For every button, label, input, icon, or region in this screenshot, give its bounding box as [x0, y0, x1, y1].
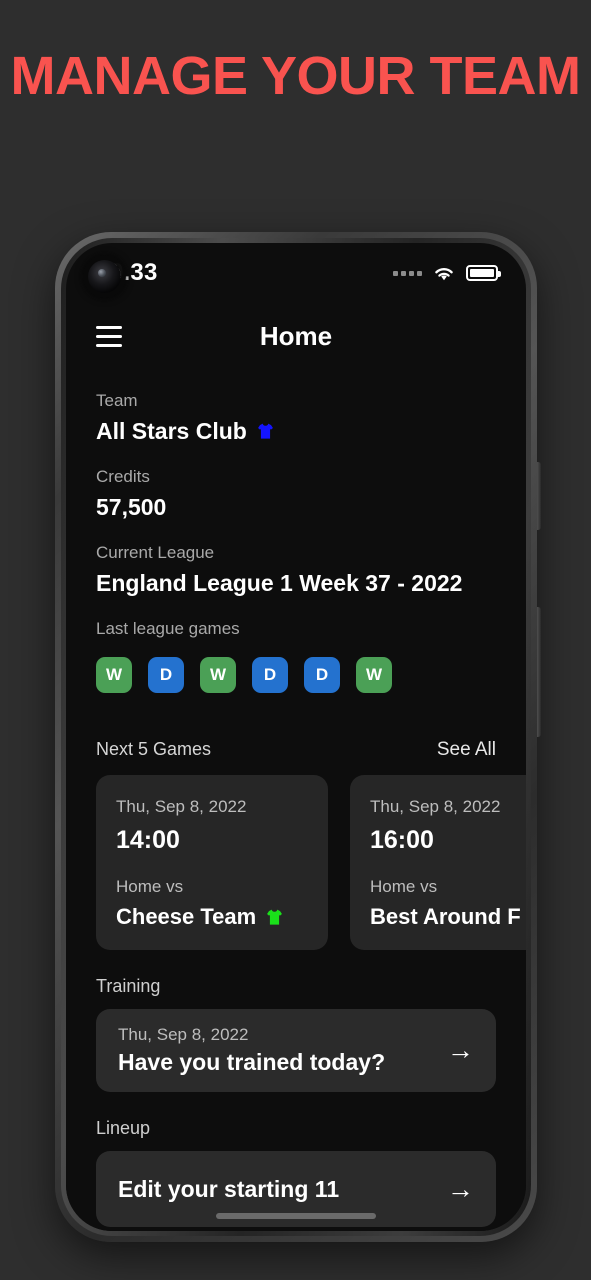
battery-full-icon: [466, 265, 501, 281]
league-value: England League 1 Week 37 - 2022: [96, 570, 463, 596]
team-value-row: All Stars Club: [96, 418, 496, 445]
training-label: Training: [96, 976, 161, 996]
home-content: Team All Stars Club Credits 57,500 Curre…: [66, 391, 526, 1231]
last-games-label: Last league games: [96, 619, 240, 638]
phone-screen: 0.33 Home Team All Stars Club Credits 57…: [66, 243, 526, 1231]
game-venue: Home vs: [116, 877, 184, 896]
training-date: Thu, Sep 8, 2022: [118, 1025, 249, 1044]
game-opponent-row: Cheese Team: [116, 904, 308, 930]
game-date: Thu, Sep 8, 2022: [370, 797, 501, 816]
lineup-title: Edit your starting 11: [118, 1175, 340, 1202]
see-all-link[interactable]: See All: [437, 739, 496, 761]
wifi-icon: [435, 268, 453, 281]
game-venue: Home vs: [370, 877, 438, 896]
app-bar: Home: [66, 303, 526, 369]
game-card[interactable]: Thu, Sep 8, 2022 14:00 Home vs Cheese Te…: [96, 775, 328, 950]
game-card[interactable]: Thu, Sep 8, 2022 16:00 Home vs Best Arou…: [350, 775, 526, 950]
front-camera-icon: [88, 260, 121, 293]
arrow-right-icon: →: [447, 1173, 474, 1204]
tshirt-icon: [256, 422, 275, 441]
game-time: 14:00: [116, 826, 180, 854]
result-badge: W: [200, 657, 236, 693]
team-name: All Stars Club: [96, 418, 247, 444]
training-title: Have you trained today?: [118, 1049, 386, 1075]
page-headline: MANAGE YOUR TEAM: [10, 46, 581, 106]
team-label: Team: [96, 391, 138, 410]
next-games-header: Next 5 Games See All: [96, 739, 496, 761]
result-badge: D: [304, 657, 340, 693]
arrow-right-icon: →: [447, 1035, 474, 1065]
lineup-label: Lineup: [96, 1118, 151, 1138]
credits-value: 57,500: [96, 494, 167, 520]
training-card[interactable]: Thu, Sep 8, 2022 Have you trained today?…: [96, 1009, 496, 1092]
game-time: 16:00: [370, 826, 434, 854]
status-bar: 0.33: [66, 243, 526, 303]
volume-button[interactable]: [537, 462, 541, 530]
game-date: Thu, Sep 8, 2022: [116, 797, 247, 816]
league-label: Current League: [96, 543, 215, 562]
phone-mockup: 0.33 Home Team All Stars Club Credits 57…: [55, 232, 541, 1242]
result-badge: W: [96, 657, 132, 693]
last-games-badges: W D W D D W: [96, 657, 496, 693]
tshirt-icon: [265, 908, 284, 927]
game-opponent-name: Cheese Team: [116, 904, 257, 929]
next-games-title: Next 5 Games: [96, 739, 212, 759]
credits-label: Credits: [96, 467, 150, 486]
phone-bezel: 0.33 Home Team All Stars Club Credits 57…: [61, 238, 541, 1236]
signal-dots-icon: [393, 270, 422, 276]
result-badge: D: [148, 657, 184, 693]
app-content: Home Team All Stars Club Credits 57,500: [66, 303, 526, 1231]
result-badge: W: [356, 657, 392, 693]
home-indicator[interactable]: [216, 1213, 376, 1219]
hamburger-menu-icon[interactable]: [96, 325, 122, 347]
result-badge: D: [252, 657, 288, 693]
page-title: Home: [259, 320, 333, 351]
power-button[interactable]: [537, 607, 541, 737]
next-games-carousel[interactable]: Thu, Sep 8, 2022 14:00 Home vs Cheese Te…: [96, 775, 526, 950]
status-indicators: [393, 264, 501, 282]
game-opponent-row: Best Around F: [370, 904, 526, 930]
game-opponent-name: Best Around F: [370, 904, 521, 929]
